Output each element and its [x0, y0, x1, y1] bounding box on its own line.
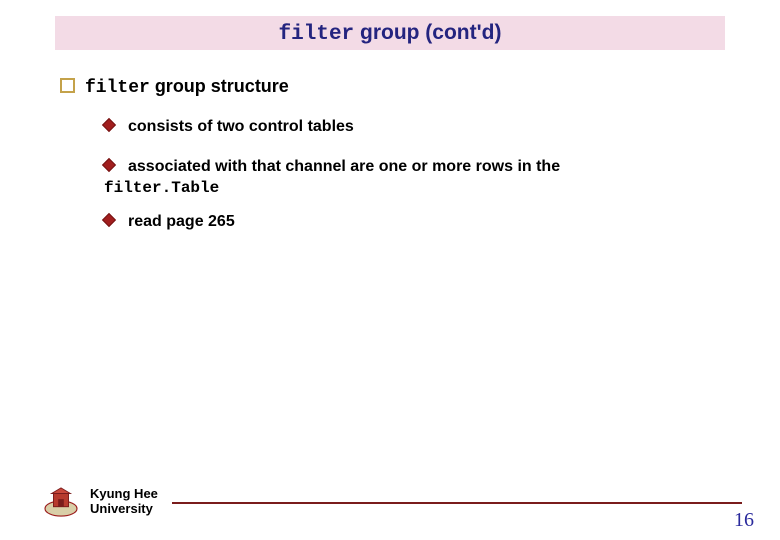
list-item: associated with that channel are one or … — [104, 156, 720, 178]
university-line2: University — [90, 501, 153, 516]
list-item-text: read page 265 — [128, 211, 235, 233]
slide-title: filter group (cont'd) — [279, 21, 502, 46]
title-rest: group (cont'd) — [354, 21, 501, 44]
diamond-bullet-icon — [102, 118, 116, 132]
list-item-text: associated with that channel are one or … — [128, 156, 560, 178]
section-heading-rest: group structure — [150, 76, 289, 96]
diamond-bullet-icon — [102, 158, 116, 172]
square-bullet-icon — [60, 78, 75, 93]
footer-divider — [172, 502, 742, 504]
slide: filter group (cont'd) filter group struc… — [0, 0, 780, 540]
title-bar: filter group (cont'd) — [55, 16, 725, 50]
bullet-list: consists of two control tables associate… — [60, 116, 720, 233]
section-heading-row: filter group structure — [60, 76, 720, 98]
section-heading: filter group structure — [85, 76, 289, 98]
list-item-subcode: filter.Table — [104, 179, 720, 197]
slide-footer: Kyung Hee University — [42, 486, 742, 518]
section-heading-code: filter — [85, 78, 150, 98]
list-item: consists of two control tables — [104, 116, 720, 138]
list-item: read page 265 — [104, 211, 720, 233]
slide-body: filter group structure consists of two c… — [60, 76, 720, 241]
title-code: filter — [279, 23, 355, 46]
list-item-text: consists of two control tables — [128, 116, 354, 138]
university-name: Kyung Hee University — [90, 487, 158, 517]
university-logo-icon — [42, 486, 80, 518]
diamond-bullet-icon — [102, 213, 116, 227]
university-line1: Kyung Hee — [90, 486, 158, 501]
page-number: 16 — [734, 509, 754, 532]
